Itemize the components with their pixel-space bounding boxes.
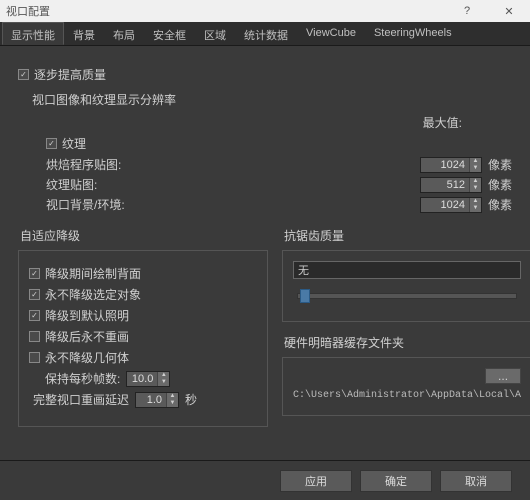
spinner-up-icon[interactable]: ▲ xyxy=(469,158,481,165)
progressive-label: 逐步提高质量 xyxy=(34,66,106,83)
titlebar: 视口配置 ? ✕ xyxy=(0,0,530,22)
redraw-spinner[interactable]: 1.0 ▲▼ xyxy=(135,392,179,408)
tab-background[interactable]: 背景 xyxy=(64,22,104,45)
redraw-row: 完整视口重画延迟 1.0 ▲▼ 秒 xyxy=(33,391,257,408)
redraw-unit: 秒 xyxy=(185,391,197,408)
spinner-down-icon[interactable]: ▼ xyxy=(469,205,481,212)
lower-groups: 自适应降级 降级期间绘制背面 永不降级选定对象 降级到默认照明 降级后永不重画 … xyxy=(18,227,512,427)
fps-spinner[interactable]: 10.0 ▲▼ xyxy=(126,371,170,387)
spinner-up-icon[interactable]: ▲ xyxy=(469,198,481,205)
adaptive-item-1[interactable]: 永不降级选定对象 xyxy=(29,286,257,303)
cache-title: 硬件明暗器缓存文件夹 xyxy=(284,334,530,351)
texture-label: 纹理 xyxy=(62,135,86,152)
texture-maps-spinner[interactable]: 512 ▲▼ xyxy=(420,177,482,193)
close-button[interactable]: ✕ xyxy=(488,0,530,22)
checkbox-icon xyxy=(29,310,40,321)
spinner-down-icon[interactable]: ▼ xyxy=(469,185,481,192)
resolution-heading: 视口图像和纹理显示分辨率 xyxy=(32,91,512,108)
tab-safeframe[interactable]: 安全框 xyxy=(144,22,195,45)
viewport-bg-spinner[interactable]: 1024 ▲▼ xyxy=(420,197,482,213)
baked-maps-row: 烘焙程序贴图: 1024 ▲▼ 像素 xyxy=(46,156,512,173)
checkbox-icon xyxy=(29,331,40,342)
cache-box: ... C:\Users\Administrator\AppData\Local… xyxy=(282,357,530,416)
adaptive-item-3[interactable]: 降级后永不重画 xyxy=(29,328,257,345)
fps-row: 保持每秒帧数: 10.0 ▲▼ xyxy=(45,370,257,387)
antialias-box: 无 xyxy=(282,250,530,322)
tab-statistics[interactable]: 统计数据 xyxy=(235,22,297,45)
checkbox-icon xyxy=(29,268,40,279)
baked-maps-label: 烘焙程序贴图: xyxy=(46,156,121,173)
tab-viewcube[interactable]: ViewCube xyxy=(297,22,365,45)
spinner-up-icon[interactable]: ▲ xyxy=(157,372,169,379)
antialias-slider[interactable] xyxy=(297,293,517,299)
unit-label: 像素 xyxy=(488,196,512,213)
tab-regions[interactable]: 区域 xyxy=(195,22,235,45)
texture-check[interactable]: 纹理 xyxy=(46,135,512,152)
spinner-up-icon[interactable]: ▲ xyxy=(166,393,178,400)
adaptive-item-4[interactable]: 永不降级几何体 xyxy=(29,349,257,366)
spinner-up-icon[interactable]: ▲ xyxy=(469,178,481,185)
max-value-label: 最大值: xyxy=(423,114,462,131)
fps-label: 保持每秒帧数: xyxy=(45,370,120,387)
apply-button[interactable]: 应用 xyxy=(280,470,352,492)
tab-display-performance[interactable]: 显示性能 xyxy=(2,22,64,45)
viewport-bg-label: 视口背景/环境: xyxy=(46,196,125,213)
spinner-down-icon[interactable]: ▼ xyxy=(469,165,481,172)
antialias-title: 抗锯齿质量 xyxy=(284,227,530,244)
content: 逐步提高质量 视口图像和纹理显示分辨率 最大值: 纹理 烘焙程序贴图: 1024… xyxy=(0,46,530,443)
progressive-quality-check[interactable]: 逐步提高质量 xyxy=(18,66,512,83)
spinner-down-icon[interactable]: ▼ xyxy=(166,400,178,407)
viewport-bg-row: 视口背景/环境: 1024 ▲▼ 像素 xyxy=(46,196,512,213)
texture-maps-label: 纹理贴图: xyxy=(46,176,97,193)
antialias-dropdown[interactable]: 无 xyxy=(293,261,521,279)
window-title: 视口配置 xyxy=(6,3,50,19)
checkbox-icon xyxy=(18,69,29,80)
redraw-label: 完整视口重画延迟 xyxy=(33,391,129,408)
browse-button[interactable]: ... xyxy=(485,368,521,384)
ok-button[interactable]: 确定 xyxy=(360,470,432,492)
adaptive-title: 自适应降级 xyxy=(20,227,268,244)
help-button[interactable]: ? xyxy=(446,0,488,22)
baked-maps-spinner[interactable]: 1024 ▲▼ xyxy=(420,157,482,173)
spinner-down-icon[interactable]: ▼ xyxy=(157,379,169,386)
slider-thumb-icon[interactable] xyxy=(300,289,310,303)
tabs: 显示性能 背景 布局 安全框 区域 统计数据 ViewCube Steering… xyxy=(0,22,530,46)
cache-path: C:\Users\Administrator\AppData\Local\A xyxy=(293,390,521,401)
texture-maps-row: 纹理贴图: 512 ▲▼ 像素 xyxy=(46,176,512,193)
cancel-button[interactable]: 取消 xyxy=(440,470,512,492)
adaptive-item-2[interactable]: 降级到默认照明 xyxy=(29,307,257,324)
footer: 应用 确定 取消 xyxy=(0,460,530,500)
unit-label: 像素 xyxy=(488,176,512,193)
titlebar-controls: ? ✕ xyxy=(446,0,530,22)
checkbox-icon xyxy=(29,352,40,363)
checkbox-icon xyxy=(29,289,40,300)
checkbox-icon xyxy=(46,138,57,149)
adaptive-item-0[interactable]: 降级期间绘制背面 xyxy=(29,265,257,282)
adaptive-box: 降级期间绘制背面 永不降级选定对象 降级到默认照明 降级后永不重画 永不降级几何… xyxy=(18,250,268,427)
tab-layout[interactable]: 布局 xyxy=(104,22,144,45)
tab-steeringwheels[interactable]: SteeringWheels xyxy=(365,22,461,45)
unit-label: 像素 xyxy=(488,156,512,173)
